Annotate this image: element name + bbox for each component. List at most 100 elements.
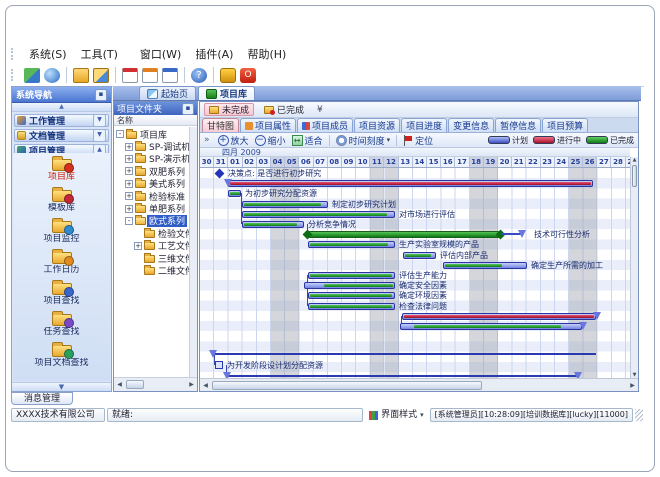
task-bar-complete[interactable] [242, 221, 304, 228]
summary-bar[interactable] [307, 231, 501, 238]
tree-node[interactable]: -欧式系列 [114, 215, 190, 227]
schedule-red-icon[interactable] [122, 68, 138, 83]
folder-computer-icon[interactable] [93, 68, 109, 83]
tree-horizontal-scrollbar[interactable]: ◀ ▶ [114, 377, 197, 391]
locate-button[interactable]: 定位 [400, 134, 436, 147]
sidebar-item-6[interactable]: 任务查找 [13, 308, 110, 339]
sidebar-item-7[interactable]: 项目文档查找 [13, 339, 110, 370]
pin-icon[interactable]: ▪ [182, 103, 194, 115]
collapse-icon[interactable]: - [125, 217, 133, 225]
tree-node[interactable]: +单肥系列 [114, 202, 190, 214]
phase-line[interactable] [213, 353, 596, 355]
milestone-diamond[interactable] [215, 169, 225, 179]
tree-node[interactable]: +SP-调试机系 [114, 140, 190, 152]
task-bar-complete[interactable] [242, 211, 395, 218]
gantt-tab-3[interactable]: 项目成员 [297, 118, 353, 132]
gantt-tab-5[interactable]: 项目进度 [401, 118, 447, 132]
sidebar-scroll-up[interactable]: ▲ [12, 103, 111, 112]
sidebar-item-2[interactable]: 模板库 [13, 184, 110, 215]
timescale-button[interactable]: 时间刻度▾ [333, 134, 394, 147]
gantt-vertical-scrollbar[interactable]: ▲ ▼ [630, 157, 638, 378]
task-bar-inprogress[interactable] [228, 180, 593, 187]
menu-tools[interactable]: 工具(T) [74, 46, 125, 62]
chevron-down-icon[interactable]: ▼ [93, 129, 106, 142]
tree-vertical-scrollbar[interactable] [189, 127, 197, 378]
sidebar-item-4[interactable]: 工作日历 [13, 246, 110, 277]
task-bar-complete[interactable] [308, 272, 395, 279]
scroll-right-icon[interactable]: ▶ [186, 381, 197, 388]
overflow-chevron-icon[interactable]: » [204, 135, 210, 145]
menu-help[interactable]: 帮助(H) [240, 46, 293, 62]
tree-node[interactable]: 三维文件 [114, 252, 190, 264]
tree-node[interactable]: +工艺文件 [114, 240, 190, 252]
task-bar-complete[interactable] [400, 323, 582, 330]
tree-node[interactable]: +双肥系列 [114, 165, 190, 177]
tree-node[interactable]: +SP-演示机系 [114, 153, 190, 165]
tree-node[interactable]: 二维文件 [114, 264, 190, 276]
message-management-tab[interactable]: 消息管理 [11, 392, 73, 405]
scroll-right-icon[interactable]: ▶ [627, 382, 638, 389]
fit-button[interactable]: 适合 [289, 134, 326, 147]
task-bar-complete[interactable] [443, 262, 527, 269]
scroll-thumb[interactable] [632, 165, 637, 187]
sidebar-scroll-down[interactable]: ▼ [12, 382, 111, 391]
collapse-icon[interactable]: - [116, 130, 124, 138]
sidebar-group-document-management[interactable]: 文档管理 ▼ [14, 129, 109, 142]
tree-node[interactable]: -项目库 [114, 128, 190, 140]
filter-more-button[interactable]: ¥ [317, 105, 323, 115]
expand-icon[interactable]: + [125, 180, 133, 188]
scroll-left-icon[interactable]: ◀ [114, 381, 125, 388]
expand-icon[interactable]: + [125, 205, 133, 213]
sidebar-item-1[interactable]: 项目库 [13, 153, 110, 184]
tab-start-page[interactable]: 起始页 [139, 86, 196, 100]
scroll-thumb[interactable] [212, 381, 482, 390]
gantt-tab-2[interactable]: 项目属性 [240, 118, 296, 132]
expand-icon[interactable]: + [125, 167, 133, 175]
sidebar-item-5[interactable]: 项目查找 [13, 277, 110, 308]
task-bar-complete[interactable] [242, 201, 328, 208]
sidebar-group-work-management[interactable]: 工作管理 ▼ [14, 114, 109, 127]
schedule-blue-icon[interactable] [162, 68, 178, 83]
scroll-thumb[interactable] [126, 380, 144, 389]
task-bar-complete[interactable] [308, 292, 395, 299]
task-bar-inprogress[interactable] [402, 313, 596, 320]
sidebar-item-3[interactable]: 项目监控 [13, 215, 110, 246]
menu-window[interactable]: 窗口(W) [133, 46, 188, 62]
task-bar-complete[interactable] [304, 282, 395, 289]
gantt-tab-8[interactable]: 项目预算 [542, 118, 588, 132]
zoom-out-button[interactable]: −缩小 [252, 134, 289, 147]
gantt-tab-1[interactable]: 甘特图 [202, 118, 239, 132]
launch-grid-icon[interactable] [24, 68, 40, 83]
task-bar-complete[interactable] [403, 252, 436, 259]
task-bar-complete[interactable] [308, 241, 395, 248]
task-box[interactable] [215, 361, 223, 369]
menu-system[interactable]: 系统(S) [22, 46, 74, 62]
zoom-in-button[interactable]: +放大 [215, 134, 252, 147]
task-bar-complete[interactable] [228, 190, 241, 197]
phase-line[interactable] [227, 375, 578, 377]
ui-style-button[interactable]: 界面样式 ▾ [365, 408, 428, 422]
scroll-left-icon[interactable]: ◀ [200, 382, 211, 389]
gantt-horizontal-scrollbar[interactable]: ◀ ▶ [200, 378, 638, 391]
chevron-down-icon[interactable]: ▼ [93, 114, 106, 127]
scroll-up-icon[interactable]: ▲ [631, 157, 638, 163]
task-bar-complete[interactable] [308, 303, 395, 310]
help-icon[interactable] [191, 68, 207, 83]
open-folder-icon[interactable] [73, 68, 89, 83]
expand-icon[interactable]: + [125, 143, 133, 151]
expand-icon[interactable]: + [125, 155, 133, 163]
pin-icon[interactable]: ▪ [95, 89, 107, 101]
filter-complete-button[interactable]: 已完成 [259, 103, 309, 116]
expand-icon[interactable]: + [134, 242, 142, 250]
schedule-orange-icon[interactable] [142, 68, 158, 83]
resize-grip[interactable] [635, 409, 643, 421]
tree-node[interactable]: +检验标准 [114, 190, 190, 202]
filter-incomplete-button[interactable]: 未完成 [204, 103, 254, 116]
power-icon[interactable] [240, 68, 256, 83]
gantt-tab-6[interactable]: 变更信息 [448, 118, 494, 132]
globe-icon[interactable] [44, 68, 60, 83]
gantt-tab-4[interactable]: 项目资源 [354, 118, 400, 132]
tree-node[interactable]: +美式系列 [114, 178, 190, 190]
menu-plugins[interactable]: 插件(A) [188, 46, 240, 62]
tree-node[interactable]: 检验文件 [114, 227, 190, 239]
